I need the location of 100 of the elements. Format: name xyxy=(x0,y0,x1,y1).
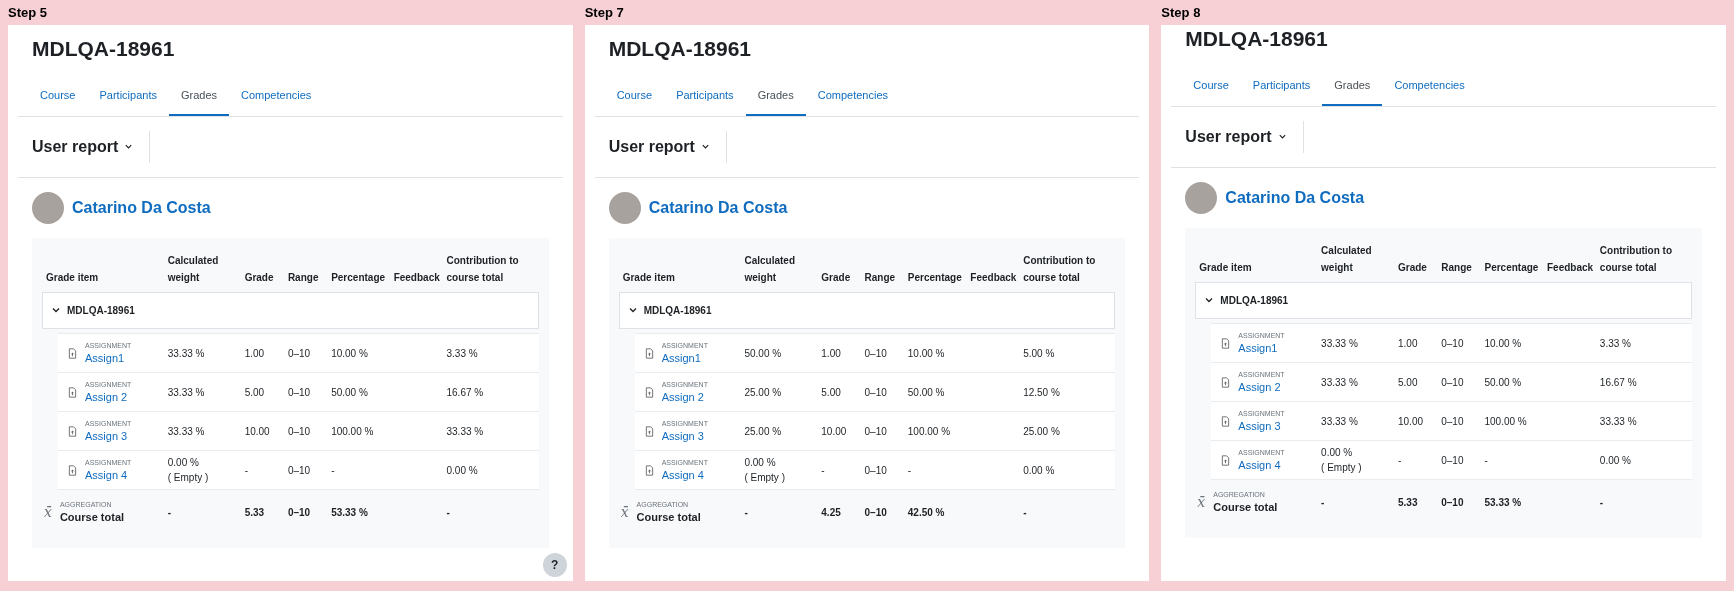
grade-item-link[interactable]: Assign 2 xyxy=(85,390,132,404)
table-cell: 100.00 % xyxy=(907,425,951,437)
column-header: Calculated weight xyxy=(740,245,818,292)
table-cell: 5.00 xyxy=(244,386,265,398)
table-cell-text: ( Empty ) xyxy=(744,471,786,485)
table-cell: 0–10 xyxy=(287,347,311,359)
table-cell: - xyxy=(1321,496,1325,508)
file-icon xyxy=(68,464,77,476)
table-cell: 10.00 % xyxy=(331,347,368,359)
column-header: Contribution to course total xyxy=(1019,245,1116,292)
avatar xyxy=(608,191,641,224)
table-cell-text: 33.33 % xyxy=(167,385,206,400)
table-cell-text: 25.00 % xyxy=(744,424,783,439)
column-header: Grade item xyxy=(618,245,741,292)
table-cell: 0–10 xyxy=(864,347,887,359)
grade-item-link[interactable]: Assign 4 xyxy=(1238,458,1285,472)
report-selector[interactable]: User report xyxy=(608,130,727,163)
course-title: MDLQA-18961 xyxy=(31,36,176,62)
table-cell: 0.00 % xyxy=(1599,454,1631,466)
column-header: Contribution to course total xyxy=(1595,235,1692,282)
column-header: Contribution to course total xyxy=(442,245,539,292)
grade-item-link[interactable]: Assign 2 xyxy=(1238,380,1285,394)
table-cell: 0–10 xyxy=(287,425,311,437)
column-header: Feedback xyxy=(1542,235,1596,282)
grade-item-link[interactable]: Assign 4 xyxy=(85,468,132,482)
file-icon xyxy=(1221,376,1231,388)
grade-item-link[interactable]: Assign 3 xyxy=(85,429,132,443)
report-selector[interactable]: User report xyxy=(1185,120,1304,153)
nav-tab[interactable]: Competencies xyxy=(1382,67,1477,106)
avatar xyxy=(32,191,64,224)
user-name-link[interactable]: Catarino Da Costa xyxy=(1225,185,1365,210)
table-cell: 0.00 % xyxy=(1023,464,1055,476)
table-cell: - xyxy=(331,464,335,476)
file-icon xyxy=(644,425,654,437)
column-header: Grade item xyxy=(42,245,164,292)
category-row[interactable]: MDLQA-18961 xyxy=(1195,281,1692,319)
nav-tab[interactable]: Competencies xyxy=(805,77,901,116)
report-selector[interactable]: User report xyxy=(32,130,151,163)
aggregation-icon: x̄ xyxy=(44,501,52,523)
table-cell: 0–10 xyxy=(287,464,311,476)
nav-tab[interactable]: Grades xyxy=(745,77,806,116)
table-cell: 3.33 % xyxy=(1599,337,1631,349)
help-button[interactable]: ? xyxy=(542,553,567,577)
step-label: Step 5 xyxy=(8,3,48,22)
grade-item-link[interactable]: Assign 4 xyxy=(661,468,708,482)
table-cell-text: 33.33 % xyxy=(1321,336,1359,351)
column-header: Range xyxy=(283,245,328,292)
grade-item-link[interactable]: Assign 3 xyxy=(1238,419,1285,433)
table-cell: 50.00 % xyxy=(907,386,945,398)
table-cell-text: 25.00 % xyxy=(744,385,783,400)
table-cell: 100.00 % xyxy=(1484,415,1527,427)
table-cell: 12.50 % xyxy=(1023,386,1060,398)
table-cell: 50.00 % xyxy=(1484,376,1522,388)
aggregation-icon: x̄ xyxy=(620,501,629,523)
table-cell: 25.00 % xyxy=(1023,425,1060,437)
table-cell: 0–10 xyxy=(864,425,887,437)
table-cell: 10.00 xyxy=(821,425,847,437)
table-cell: 0.00 % xyxy=(446,464,478,476)
column-header: Percentage xyxy=(327,245,390,292)
table-cell-text: 0.00 % xyxy=(167,456,200,470)
table-cell-text: ( Empty ) xyxy=(1321,461,1363,475)
table-cell: 53.33 % xyxy=(331,506,368,518)
table-cell-text: 33.33 % xyxy=(167,346,206,361)
grade-item-link[interactable]: Assign1 xyxy=(1238,341,1285,355)
user-name-link[interactable]: Catarino Da Costa xyxy=(648,195,788,220)
column-header: Grade xyxy=(240,245,284,292)
table-cell: 5.00 % xyxy=(1023,347,1055,359)
table-cell: 0–10 xyxy=(864,386,887,398)
nav-tab[interactable]: Course xyxy=(1181,67,1241,106)
nav-tab[interactable]: Grades xyxy=(168,77,230,116)
nav-tab[interactable]: Grades xyxy=(1322,67,1383,106)
column-header: Feedback xyxy=(966,245,1020,292)
category-row[interactable]: MDLQA-18961 xyxy=(618,291,1116,329)
file-icon xyxy=(68,347,77,359)
chevron-down-icon xyxy=(1204,295,1215,305)
column-header: Calculated weight xyxy=(1317,235,1394,282)
user-name-link[interactable]: Catarino Da Costa xyxy=(72,195,211,220)
total-label: Course total xyxy=(1213,500,1278,514)
table-cell: 50.00 % xyxy=(331,386,368,398)
step-label: Step 7 xyxy=(584,3,625,22)
grade-item-link[interactable]: Assign 2 xyxy=(661,390,708,404)
grade-item-link[interactable]: Assign 3 xyxy=(661,429,708,443)
nav-tab[interactable]: Participants xyxy=(87,77,169,116)
nav-tab[interactable]: Course xyxy=(604,77,665,116)
file-icon xyxy=(68,425,77,437)
category-row[interactable]: MDLQA-18961 xyxy=(42,291,539,329)
grade-item-link[interactable]: Assign1 xyxy=(661,351,708,365)
table-cell: 5.00 xyxy=(821,386,841,398)
course-title: MDLQA-18961 xyxy=(607,36,753,62)
nav-tab[interactable]: Participants xyxy=(664,77,746,116)
table-cell: 0–10 xyxy=(864,464,887,476)
file-icon xyxy=(644,386,654,398)
nav-tab[interactable]: Course xyxy=(28,77,88,116)
grade-item-link[interactable]: Assign1 xyxy=(85,351,132,365)
chevron-down-icon xyxy=(700,142,710,151)
nav-tab[interactable]: Competencies xyxy=(229,77,324,116)
table-cell: 0–10 xyxy=(287,506,311,518)
nav-tab[interactable]: Participants xyxy=(1240,67,1323,106)
column-header: Calculated weight xyxy=(163,245,241,292)
step-label: Step 8 xyxy=(1161,3,1202,22)
